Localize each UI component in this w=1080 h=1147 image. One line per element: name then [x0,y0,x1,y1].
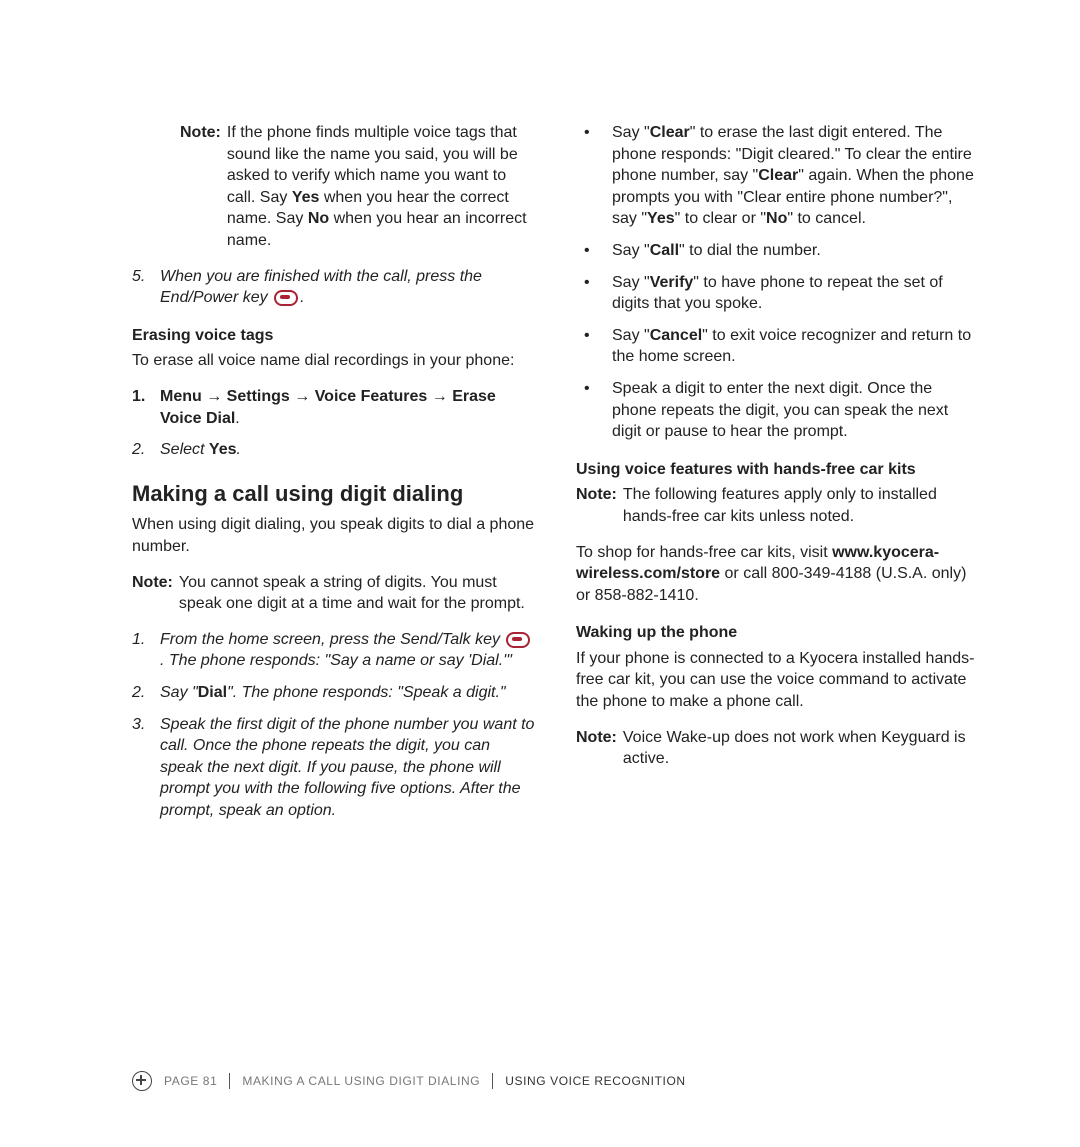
step-5-list: 5. When you are finished with the call, … [132,266,536,309]
step-text: Menu → Settings → Voice Features → Erase… [160,386,536,429]
erase-steps: 1. Menu → Settings → Voice Features → Er… [132,386,536,461]
note-text: You cannot speak a string of digits. You… [179,572,536,615]
note-label: Note: [576,727,617,770]
erase-step-1: 1. Menu → Settings → Voice Features → Er… [132,386,536,429]
option-speak-digit: • Speak a digit to enter the next digit.… [576,378,980,443]
heading-digit-dialing: Making a call using digit dialing [132,479,536,509]
step-text: Speak the first digit of the phone numbe… [160,714,536,822]
send-talk-key-icon [506,632,530,648]
step-number: 3. [132,714,160,822]
option-text: Say "Call" to dial the number. [612,240,980,262]
step-text: Select Yes. [160,439,536,461]
digit-options-list: • Say "Clear" to erase the last digit en… [576,122,980,443]
heading-erasing-voice-tags: Erasing voice tags [132,325,536,347]
heading-waking-phone: Waking up the phone [576,622,980,644]
footer-separator [229,1073,230,1089]
bullet-icon: • [576,325,612,368]
document-page: Note: If the phone finds multiple voice … [0,0,1080,1147]
note-text: The following features apply only to ins… [623,484,980,527]
option-text: Speak a digit to enter the next digit. O… [612,378,980,443]
bullet-icon: • [576,240,612,262]
step-text: From the home screen, press the Send/Tal… [160,629,536,672]
right-column: • Say "Clear" to erase the last digit en… [576,122,980,836]
digit-intro: When using digit dialing, you speak digi… [132,514,536,557]
option-verify: • Say "Verify" to have phone to repeat t… [576,272,980,315]
note-handsfree: Note: The following features apply only … [576,484,980,527]
note-multiple-voice-tags: Note: If the phone finds multiple voice … [132,122,536,252]
step-number: 5. [132,266,160,309]
option-clear: • Say "Clear" to erase the last digit en… [576,122,980,230]
note-label: Note: [132,572,173,615]
shop-handsfree: To shop for hands-free car kits, visit w… [576,542,980,607]
option-call: • Say "Call" to dial the number. [576,240,980,262]
digit-step-2: 2. Say "Dial". The phone responds: "Spea… [132,682,536,704]
note-text: Voice Wake-up does not work when Keyguar… [623,727,980,770]
note-label: Note: [180,122,221,252]
step-text: Say "Dial". The phone responds: "Speak a… [160,682,536,704]
option-cancel: • Say "Cancel" to exit voice recognizer … [576,325,980,368]
erasing-intro: To erase all voice name dial recordings … [132,350,536,372]
erase-step-2: 2. Select Yes. [132,439,536,461]
footer-logo-icon [132,1071,152,1091]
waking-text: If your phone is connected to a Kyocera … [576,648,980,713]
left-column: Note: If the phone finds multiple voice … [132,122,536,836]
end-power-key-icon [274,290,298,306]
heading-handsfree: Using voice features with hands-free car… [576,459,980,481]
option-text: Say "Clear" to erase the last digit ente… [612,122,980,230]
step-5: 5. When you are finished with the call, … [132,266,536,309]
two-column-layout: Note: If the phone finds multiple voice … [132,122,980,836]
footer-separator [492,1073,493,1089]
footer-crumb-1: MAKING A CALL USING DIGIT DIALING [242,1073,480,1089]
page-footer: PAGE 81 MAKING A CALL USING DIGIT DIALIN… [132,1071,686,1091]
bullet-icon: • [576,272,612,315]
note-cannot-speak-string: Note: You cannot speak a string of digit… [132,572,536,615]
step-number: 1. [132,629,160,672]
bullet-icon: • [576,378,612,443]
footer-page-number: PAGE 81 [164,1073,217,1089]
note-voice-wakeup: Note: Voice Wake-up does not work when K… [576,727,980,770]
step-number: 2. [132,439,160,461]
footer-crumb-2: USING VOICE RECOGNITION [505,1073,685,1089]
step-text: When you are finished with the call, pre… [160,266,536,309]
step-number: 1. [132,386,160,429]
digit-step-3: 3. Speak the first digit of the phone nu… [132,714,536,822]
note-text: If the phone finds multiple voice tags t… [227,122,536,252]
digit-steps: 1. From the home screen, press the Send/… [132,629,536,822]
option-text: Say "Verify" to have phone to repeat the… [612,272,980,315]
digit-step-1: 1. From the home screen, press the Send/… [132,629,536,672]
note-label: Note: [576,484,617,527]
step-number: 2. [132,682,160,704]
option-text: Say "Cancel" to exit voice recognizer an… [612,325,980,368]
bullet-icon: • [576,122,612,230]
